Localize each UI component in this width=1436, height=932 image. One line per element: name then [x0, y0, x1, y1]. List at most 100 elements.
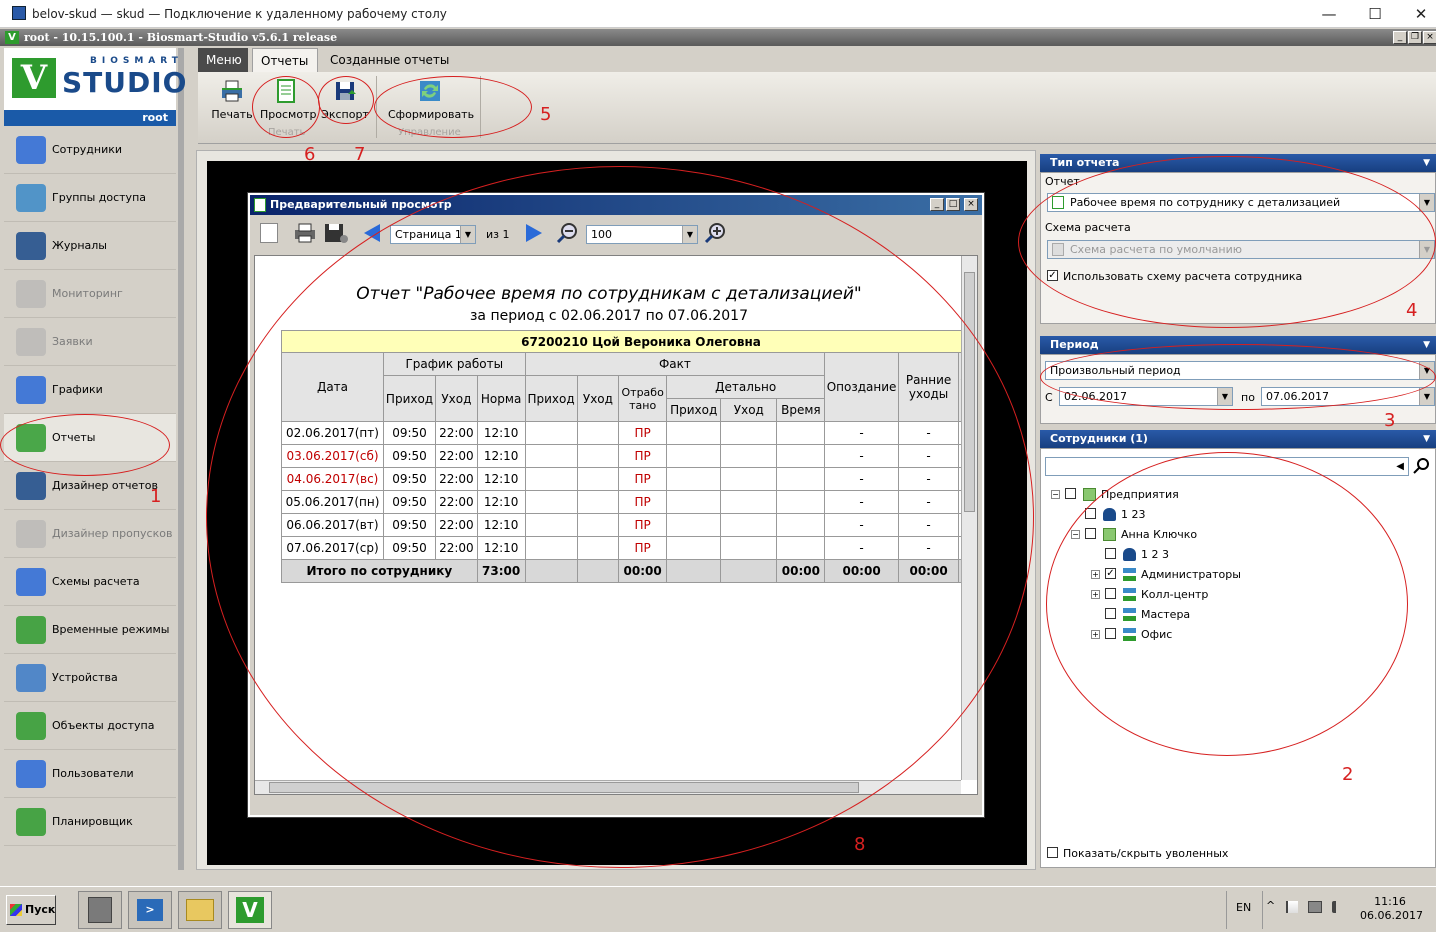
sidebar-item-reports[interactable]: Отчеты	[4, 414, 176, 462]
tray-expand-icon[interactable]: ^	[1266, 899, 1275, 912]
sidebar-item-access-groups[interactable]: Группы доступа	[4, 174, 176, 222]
taskbar-server-manager[interactable]	[78, 891, 122, 929]
preview-button[interactable]: Просмотр	[260, 78, 316, 121]
close-button[interactable]: ✕	[1398, 3, 1436, 25]
zoom-out-icon[interactable]	[556, 222, 578, 244]
preview-save-icon[interactable]	[324, 222, 350, 244]
tree-node[interactable]: − Предприятия	[1041, 485, 1431, 505]
tree-node[interactable]: + ✓ Администраторы	[1041, 565, 1431, 585]
sidebar-item-requests[interactable]: Заявки	[4, 318, 176, 366]
period-to-input[interactable]: 07.06.2017 ▼	[1261, 387, 1435, 406]
sidebar-item-schedules[interactable]: Графики	[4, 366, 176, 414]
taskbar-powershell[interactable]: >	[128, 891, 172, 929]
collapse-icon[interactable]: ▼	[1423, 154, 1430, 172]
collapse-icon[interactable]: ▼	[1423, 336, 1430, 354]
report-type-header[interactable]: Тип отчета ▼	[1040, 154, 1436, 172]
collapse-icon[interactable]: −	[1071, 530, 1080, 539]
mdi-restore-button[interactable]: ❐	[1408, 31, 1422, 44]
collapse-icon[interactable]: ▼	[1423, 430, 1430, 448]
sidebar-item-access-objects[interactable]: Объекты доступа	[4, 702, 176, 750]
tree-node[interactable]: 1 23	[1041, 505, 1431, 525]
chevron-down-icon: ▼	[682, 226, 697, 243]
network-icon[interactable]	[1308, 901, 1322, 913]
tree-node[interactable]: 1 2 3	[1041, 545, 1431, 565]
expand-icon[interactable]: +	[1091, 630, 1100, 639]
tree-checkbox[interactable]	[1065, 488, 1076, 499]
collapse-icon[interactable]: −	[1051, 490, 1060, 499]
preview-maximize-button[interactable]: □	[946, 198, 960, 211]
mdi-close-button[interactable]: ×	[1423, 31, 1436, 44]
use-scheme-checkbox[interactable]: ✓	[1047, 270, 1058, 281]
row-date: 07.06.2017(ср)	[281, 536, 384, 560]
preview-print-icon[interactable]	[294, 223, 316, 243]
preview-minimize-button[interactable]: _	[930, 198, 944, 211]
sidebar-item-users[interactable]: Пользователи	[4, 750, 176, 798]
clear-icon[interactable]: ◀	[1396, 458, 1404, 475]
zoom-select[interactable]: 100 ▼	[586, 225, 698, 244]
employees-header[interactable]: Сотрудники (1) ▼	[1040, 430, 1436, 448]
expand-icon[interactable]: +	[1091, 590, 1100, 599]
report-title: Отчет "Рабочее время по сотрудникам с де…	[356, 284, 862, 304]
h-scroll-thumb[interactable]	[269, 782, 859, 793]
annotation-number: 1	[150, 486, 162, 507]
tree-checkbox[interactable]	[1105, 628, 1116, 639]
sidebar-item-time-modes[interactable]: Временные режимы	[4, 606, 176, 654]
maximize-button[interactable]: ☐	[1352, 3, 1398, 25]
tree-checkbox[interactable]: ✓	[1105, 568, 1116, 579]
preview-window: Предварительный просмотр _ □ × Страница …	[247, 192, 985, 818]
next-page-icon[interactable]	[524, 223, 544, 243]
period-mode-select[interactable]: Произвольный период ▼	[1045, 361, 1435, 380]
search-icon[interactable]	[1413, 457, 1431, 475]
prev-page-icon[interactable]	[362, 223, 382, 243]
tree-checkbox[interactable]	[1105, 588, 1116, 599]
scheme-select[interactable]: Схема расчета по умолчанию ▼	[1047, 240, 1435, 259]
minimize-button[interactable]: —	[1306, 3, 1352, 25]
page-select[interactable]: Страница 1 ▼	[390, 225, 476, 244]
preview-close-button[interactable]: ×	[964, 198, 978, 211]
new-page-icon[interactable]	[260, 223, 278, 243]
volume-icon[interactable]	[1332, 901, 1344, 913]
tree-node[interactable]: Мастера	[1041, 605, 1431, 625]
mdi-minimize-button[interactable]: _	[1393, 31, 1407, 44]
tab-menu[interactable]: Меню	[198, 48, 248, 72]
language-indicator[interactable]: EN	[1236, 901, 1251, 914]
tab-created-reports[interactable]: Созданные отчеты	[322, 48, 462, 72]
period-from-input[interactable]: 02.06.2017 ▼	[1059, 387, 1233, 406]
employee-search-input[interactable]: ◀	[1045, 457, 1409, 476]
sidebar-item-scheduler[interactable]: Планировщик	[4, 798, 176, 846]
row-early: -	[897, 444, 960, 468]
flag-icon[interactable]	[1286, 901, 1298, 913]
sidebar-item-employees[interactable]: Сотрудники	[4, 126, 176, 174]
tree-checkbox[interactable]	[1105, 548, 1116, 559]
start-button[interactable]: Пуск	[6, 895, 56, 925]
print-button[interactable]: Печать	[210, 78, 254, 121]
show-fired-checkbox[interactable]	[1047, 847, 1058, 858]
taskbar-explorer[interactable]	[178, 891, 222, 929]
sidebar-item-journals[interactable]: Журналы	[4, 222, 176, 270]
table-row: 07.06.2017(ср)09:5022:0012:10ПР---12	[281, 536, 977, 560]
sidebar-item-pass-designer[interactable]: Дизайнер пропусков	[4, 510, 176, 558]
tree-node[interactable]: + Колл-центр	[1041, 585, 1431, 605]
tab-reports[interactable]: Отчеты	[252, 48, 318, 72]
enterprise-icon	[1083, 488, 1096, 501]
period-header[interactable]: Период ▼	[1040, 336, 1436, 354]
row-fact-out	[576, 490, 620, 514]
tree-node[interactable]: + Офис	[1041, 625, 1431, 645]
export-button[interactable]: Экспорт	[320, 78, 370, 121]
scroll-thumb[interactable]	[964, 272, 975, 512]
expand-icon[interactable]: +	[1091, 570, 1100, 579]
tree-node[interactable]: − Анна Ключко	[1041, 525, 1431, 545]
sidebar-item-devices[interactable]: Устройства	[4, 654, 176, 702]
sidebar-item-monitoring[interactable]: Мониторинг	[4, 270, 176, 318]
zoom-in-icon[interactable]	[704, 222, 726, 244]
vertical-scrollbar[interactable]	[961, 256, 977, 780]
tree-checkbox[interactable]	[1085, 528, 1096, 539]
generate-button[interactable]: Сформировать	[388, 78, 474, 121]
tree-checkbox[interactable]	[1105, 608, 1116, 619]
report-select[interactable]: Рабочее время по сотруднику с детализаци…	[1047, 193, 1435, 212]
sidebar-item-calc-schemes[interactable]: Схемы расчета	[4, 558, 176, 606]
taskbar-biosmart[interactable]: V	[228, 891, 272, 929]
horizontal-scrollbar[interactable]	[255, 780, 961, 794]
tree-checkbox[interactable]	[1085, 508, 1096, 519]
server-icon	[88, 897, 112, 923]
